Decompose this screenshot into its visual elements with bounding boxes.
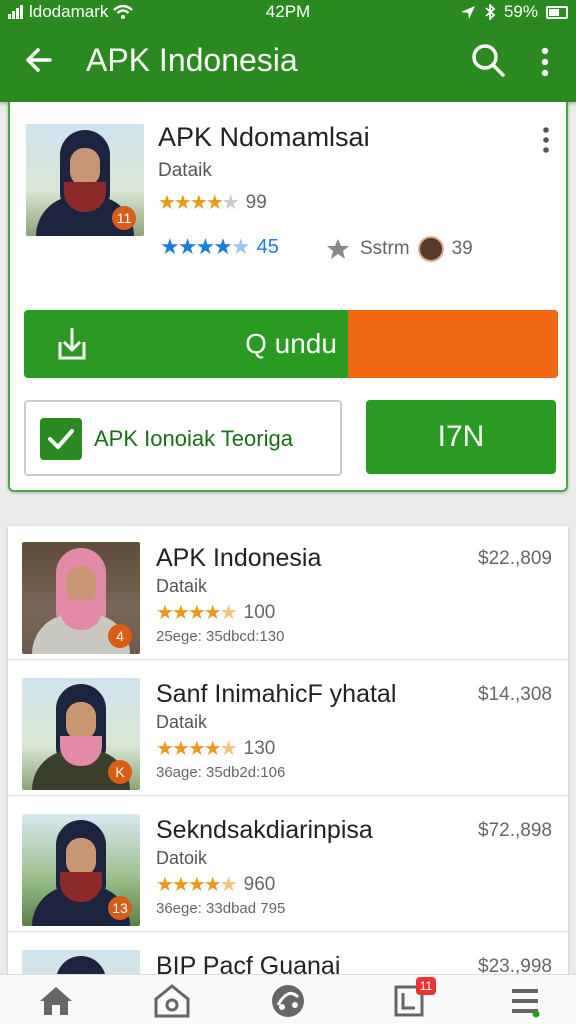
rating-count: 130 (243, 737, 276, 759)
rating-count: 99 (245, 191, 267, 213)
app-thumbnail[interactable]: 4 (22, 542, 140, 654)
app-price: $23.,998 (478, 956, 552, 976)
bluetooth-icon (485, 4, 496, 20)
list-item[interactable]: 4 APK Indonesia Dataik ★★★★★ 100 25ege: … (8, 526, 568, 660)
thumbnail-badge: 11 (112, 206, 136, 230)
app-meta: 36age: 35db2d:106 (156, 764, 286, 781)
app-thumbnail[interactable] (22, 950, 140, 976)
rating-count: 960 (243, 873, 276, 895)
award-star-icon (327, 239, 349, 259)
featured-app-subtitle: Dataik (158, 160, 212, 181)
rating-count: 100 (243, 601, 276, 623)
secondary-rating-count: 45 (256, 235, 279, 258)
notification-badge: 11 (416, 977, 436, 995)
app-price: $22.,809 (478, 548, 552, 569)
featured-app-card[interactable]: 11 APK Ndomamlsai Dataik ★★★★★ 99 ★★★★★ … (8, 102, 568, 492)
app-name[interactable]: BIP Pacf Guanai (156, 952, 340, 976)
battery-label: 59% (503, 2, 538, 21)
app-thumbnail[interactable]: K (22, 678, 140, 790)
thumbnail-badge: 4 (108, 624, 132, 648)
updates-nav[interactable]: 11 (390, 977, 436, 1019)
page-title: APK Indonesia (86, 42, 298, 78)
home-icon[interactable] (36, 983, 76, 1019)
featured-app-thumbnail[interactable]: 11 (26, 124, 144, 236)
app-bar: APK Indonesia (0, 24, 576, 102)
store-icon[interactable] (152, 983, 192, 1019)
list-item[interactable]: BIP Pacf Guanai $23.,998 (8, 934, 568, 976)
app-subtitle: Dataik (156, 576, 208, 596)
menu-icon[interactable] (506, 983, 546, 1019)
featured-secondary-rating: ★★★★★ 45 (160, 234, 279, 260)
trusted-app-checkbox[interactable]: APK Ionoiak Teoriga (24, 400, 342, 476)
star-rating-icon: ★★★★★ (160, 234, 251, 259)
app-list: 4 APK Indonesia Dataik ★★★★★ 100 25ege: … (8, 526, 568, 976)
app-name[interactable]: Sekndsakdiarinpisa (156, 816, 373, 845)
card-more-icon[interactable] (536, 124, 556, 156)
app-rating: ★★★★★ 960 (156, 872, 275, 897)
strm-label: Sstrm (360, 238, 410, 259)
app-meta: 25ege: 35dbcd:130 (156, 628, 285, 645)
star-rating-icon: ★★★★★ (156, 738, 238, 760)
back-arrow-icon[interactable] (20, 40, 60, 80)
trust-label: APK Ionoiak Teoriga (94, 426, 293, 451)
status-bar: ldodamark 42PM 59% (0, 0, 576, 24)
app-name[interactable]: Sanf InimahicF yhatal (156, 680, 396, 709)
app-thumbnail[interactable]: 13 (22, 814, 140, 926)
more-options-icon[interactable] (530, 42, 560, 82)
download-label: Q undu (245, 328, 337, 359)
app-price: $14.,308 (478, 684, 552, 705)
battery-icon (546, 5, 568, 19)
list-item[interactable]: 13 Sekndsakdiarinpisa Datoik ★★★★★ 960 3… (8, 798, 568, 932)
star-rating-icon: ★★★★★ (156, 602, 238, 624)
install-button[interactable]: I7N (366, 400, 556, 474)
featured-app-name[interactable]: APK Ndomamlsai (158, 122, 370, 153)
app-rating: ★★★★★ 130 (156, 736, 275, 761)
strm-count: 39 (451, 238, 473, 259)
search-icon[interactable] (468, 40, 508, 80)
star-rating-icon: ★★★★★ (158, 192, 240, 214)
app-subtitle: Datoik (156, 848, 208, 868)
thumbnail-badge: K (108, 760, 132, 784)
bottom-navigation: 11 (0, 974, 576, 1024)
games-icon[interactable] (268, 983, 308, 1019)
star-rating-icon: ★★★★★ (156, 874, 238, 896)
thumbnail-badge: 13 (108, 896, 132, 920)
app-name[interactable]: APK Indonesia (156, 544, 321, 573)
featured-rating: ★★★★★ 99 (158, 190, 267, 215)
download-button[interactable]: Q undu (24, 310, 558, 378)
app-subtitle: Dataik (156, 712, 208, 732)
location-icon (460, 6, 475, 19)
avatar (417, 236, 444, 262)
app-rating: ★★★★★ 100 (156, 600, 275, 625)
check-icon (40, 418, 82, 460)
app-meta: 36ege: 33dbad 795 (156, 900, 286, 917)
strm-info: Sstrm 39 (326, 236, 473, 262)
status-right: 59% (460, 2, 568, 22)
list-item[interactable]: K Sanf InimahicF yhatal Dataik ★★★★★ 130… (8, 662, 568, 796)
app-price: $72.,898 (478, 820, 552, 841)
